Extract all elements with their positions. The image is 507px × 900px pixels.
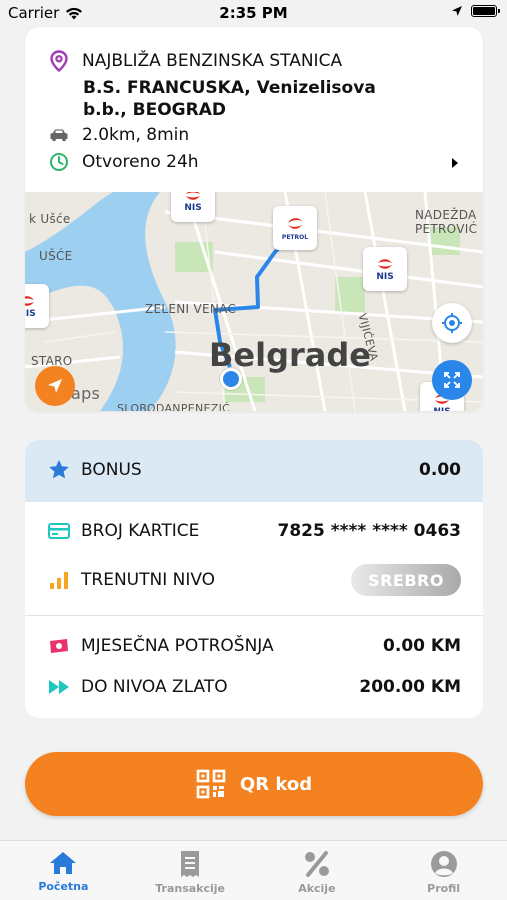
expand-map-button[interactable]	[432, 360, 472, 400]
map-label-petrovic: PETROVIĆ	[415, 222, 478, 236]
map-label-usce-top: k Ušće	[29, 212, 71, 226]
home-icon	[50, 852, 77, 874]
navigation-arrow-icon	[48, 379, 62, 393]
card-number-value: 7825 **** **** 0463	[277, 521, 461, 541]
status-bar: Carrier 2:35 PM	[0, 0, 507, 26]
qr-code-button[interactable]: QR kod	[25, 752, 483, 816]
navigate-button[interactable]	[35, 366, 75, 406]
bonus-value: 0.00	[419, 459, 461, 480]
qr-code-label: QR kod	[239, 773, 313, 795]
loyalty-card: BONUS 0.00 BROJ KARTICE 7825 **** **** 0…	[25, 440, 483, 718]
to-gold-label: DO NIVOA ZLATO	[81, 677, 228, 697]
station-header: NAJBLIŽA BENZINSKA STANICA	[82, 51, 343, 71]
tab-home[interactable]: Početna	[0, 841, 127, 900]
level-badge: SREBRO	[351, 564, 461, 596]
station-distance: 2.0km, 8min	[82, 125, 190, 145]
fast-forward-icon	[47, 679, 71, 695]
tab-home-label: Početna	[38, 880, 89, 893]
station-info[interactable]: NAJBLIŽA BENZINSKA STANICA B.S. FRANCUSK…	[25, 27, 483, 192]
bonus-label: BONUS	[81, 459, 142, 480]
star-icon	[47, 459, 71, 480]
map-label-nadezda: NADEŽDA	[415, 208, 477, 222]
current-location-dot	[220, 368, 242, 390]
nearest-station-card[interactable]: NAJBLIŽA BENZINSKA STANICA B.S. FRANCUSK…	[25, 27, 483, 411]
map-label-maps: aps	[71, 384, 101, 403]
map-label-zeleni-venac: ZELENI VENAC	[145, 302, 237, 316]
battery-icon	[471, 5, 500, 17]
percent-icon	[304, 851, 329, 877]
money-icon	[47, 638, 71, 654]
tab-promotions-label: Akcije	[298, 882, 336, 895]
expand-icon	[444, 372, 460, 388]
current-level-label: TRENUTNI NIVO	[81, 570, 216, 590]
qr-code-icon	[196, 769, 226, 799]
locate-me-button[interactable]	[432, 303, 472, 343]
station-marker[interactable]: NIS	[25, 284, 49, 328]
signal-bars-icon	[47, 571, 71, 589]
car-icon	[47, 128, 71, 142]
clock-icon	[47, 152, 71, 172]
tab-transactions[interactable]: Transakcije	[127, 841, 254, 900]
tab-bar: Početna Transakcije Akcije Profil	[0, 840, 507, 900]
location-pin-icon	[47, 50, 71, 72]
monthly-spending-label: MJESEČNA POTROŠNJA	[81, 636, 274, 656]
map-label-usce: UŠĆE	[39, 249, 73, 263]
receipt-icon	[181, 851, 200, 877]
location-arrow-icon	[452, 6, 462, 16]
station-marker[interactable]: NIS	[171, 192, 215, 222]
tab-transactions-label: Transakcije	[155, 882, 226, 895]
station-hours: Otvoreno 24h	[82, 152, 199, 172]
crosshair-icon	[442, 313, 462, 333]
to-gold-value: 200.00 KM	[359, 677, 461, 697]
tab-profile[interactable]: Profil	[380, 841, 507, 900]
monthly-spending-value: 0.00 KM	[383, 636, 461, 656]
chevron-right-icon[interactable]	[451, 157, 459, 169]
status-time: 2:35 PM	[219, 4, 288, 22]
profile-icon	[430, 851, 457, 877]
divider	[25, 615, 483, 616]
station-map[interactable]: k Ušće UŠĆE ZELENI VENAC NADEŽDA PETROVI…	[25, 192, 483, 411]
station-name: B.S. FRANCUSKA, Venizelisova b.b., BEOGR…	[83, 78, 376, 120]
tab-promotions[interactable]: Akcije	[254, 841, 381, 900]
station-marker[interactable]: PETROL	[273, 206, 317, 250]
station-marker[interactable]: NIS	[363, 247, 407, 291]
map-label-slobodanpenezic: SLOBODANPENEZIĆ	[117, 402, 231, 411]
credit-card-icon	[47, 523, 71, 539]
card-number-label: BROJ KARTICE	[81, 521, 200, 541]
tab-profile-label: Profil	[427, 882, 461, 895]
